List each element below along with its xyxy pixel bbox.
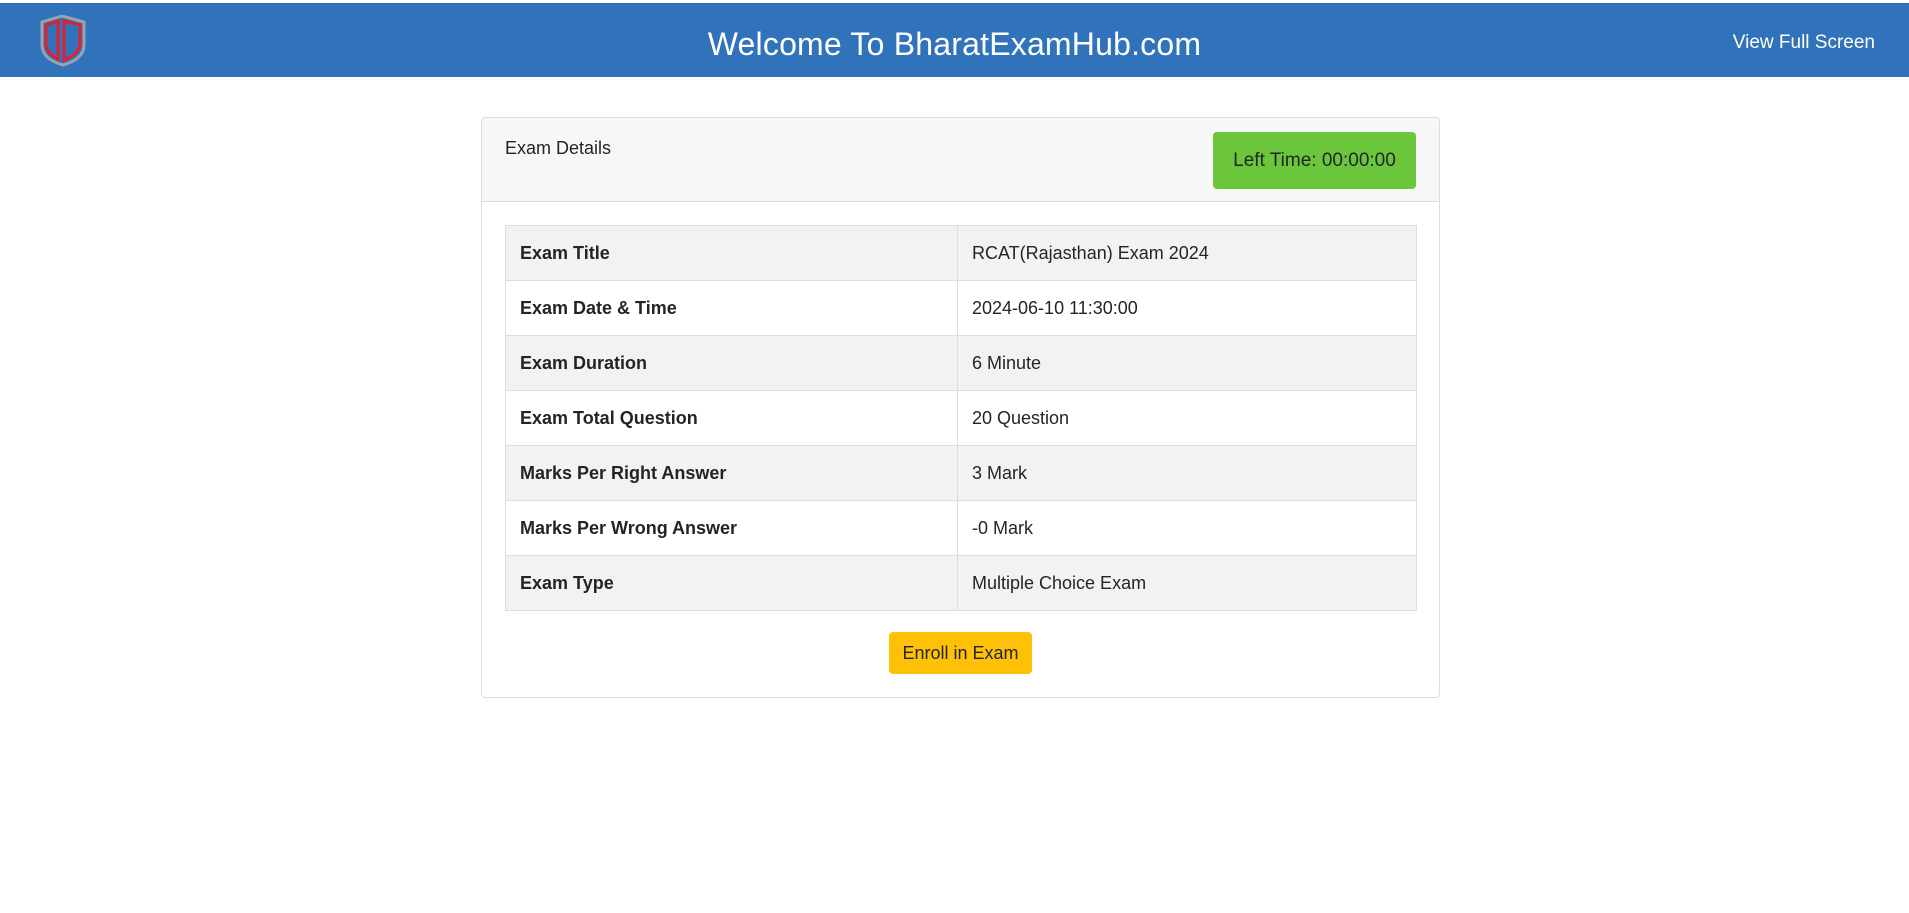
exam-title-label: Exam Title (505, 225, 958, 281)
table-row: Marks Per Wrong Answer -0 Mark (505, 500, 1417, 556)
exam-total-question-label: Exam Total Question (505, 390, 958, 446)
table-row: Marks Per Right Answer 3 Mark (505, 445, 1417, 501)
card-title: Exam Details (505, 138, 612, 158)
table-row: Exam Duration 6 Minute (505, 335, 1417, 391)
exam-details-table: Exam Title RCAT(Rajasthan) Exam 2024 Exa… (505, 225, 1417, 611)
exam-total-question-value: 20 Question (957, 390, 1417, 446)
exam-type-label: Exam Type (505, 555, 958, 611)
site-title: Welcome To BharatExamHub.com (707, 26, 1202, 62)
view-full-screen-link[interactable]: View Full Screen (1733, 31, 1875, 55)
enroll-in-exam-button[interactable]: Enroll in Exam (889, 632, 1032, 674)
exam-details-card: Exam Details Left Time: 00:00:00 Exam Ti… (481, 117, 1440, 698)
exam-duration-label: Exam Duration (505, 335, 958, 391)
table-row: Exam Total Question 20 Question (505, 390, 1417, 446)
card-header: Exam Details Left Time: 00:00:00 (482, 118, 1439, 202)
exam-date-time-value: 2024-06-10 11:30:00 (957, 280, 1417, 336)
table-row: Exam Title RCAT(Rajasthan) Exam 2024 (505, 225, 1417, 281)
table-row: Exam Date & Time 2024-06-10 11:30:00 (505, 280, 1417, 336)
left-time-badge: Left Time: 00:00:00 (1213, 132, 1416, 189)
exam-date-time-label: Exam Date & Time (505, 280, 958, 336)
marks-wrong-answer-label: Marks Per Wrong Answer (505, 500, 958, 556)
exam-type-value: Multiple Choice Exam (957, 555, 1417, 611)
top-navbar: Welcome To BharatExamHub.com View Full S… (0, 3, 1909, 77)
table-row: Exam Type Multiple Choice Exam (505, 555, 1417, 611)
marks-wrong-answer-value: -0 Mark (957, 500, 1417, 556)
exam-title-value: RCAT(Rajasthan) Exam 2024 (957, 225, 1417, 281)
exam-duration-value: 6 Minute (957, 335, 1417, 391)
marks-right-answer-label: Marks Per Right Answer (505, 445, 958, 501)
marks-right-answer-value: 3 Mark (957, 445, 1417, 501)
